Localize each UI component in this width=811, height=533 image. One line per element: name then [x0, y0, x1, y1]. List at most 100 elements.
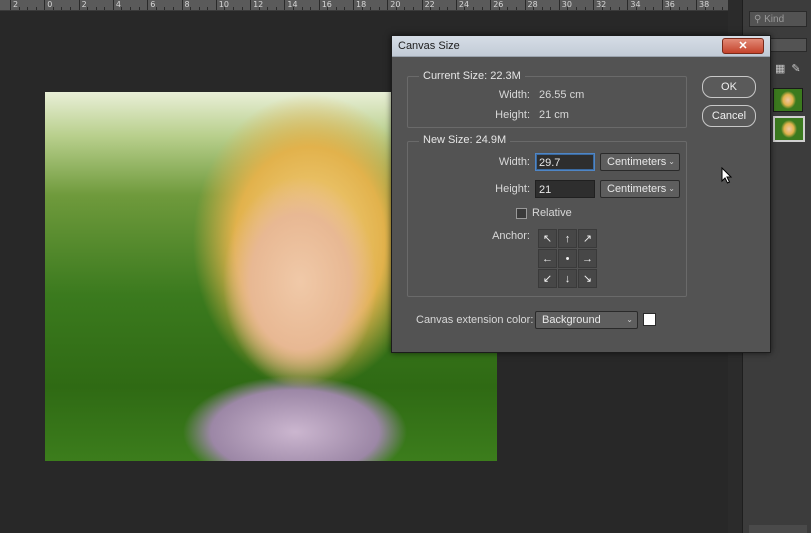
- ruler-minor-tick: [404, 7, 406, 10]
- ruler-minor-tick: [413, 7, 415, 10]
- ruler-minor-tick: [121, 7, 123, 10]
- ruler-minor-tick: [575, 7, 577, 10]
- ruler-minor-tick: [644, 7, 646, 10]
- anchor-top-right-icon[interactable]: ↗: [578, 229, 597, 248]
- extension-color-swatch[interactable]: [643, 313, 656, 326]
- width-input[interactable]: 29.7: [535, 153, 595, 171]
- ruler-minor-tick: [550, 7, 552, 10]
- extension-color-label: Canvas extension color:: [416, 314, 534, 326]
- ruler-minor-tick: [275, 7, 277, 10]
- ruler-minor-tick: [378, 7, 380, 10]
- ruler-tick-label: 0: [47, 0, 53, 9]
- dialog-title: Canvas Size: [398, 40, 460, 52]
- ruler-minor-tick: [721, 7, 723, 10]
- ruler-minor-tick: [172, 7, 174, 10]
- width-unit-text: Centimeters: [607, 156, 667, 168]
- ruler-minor-tick: [267, 7, 269, 10]
- extension-color-text: Background: [542, 314, 601, 326]
- anchor-left-icon[interactable]: ←: [538, 249, 557, 268]
- ruler-minor-tick: [713, 7, 715, 10]
- anchor-center-icon[interactable]: •: [558, 249, 577, 268]
- anchor-top-left-icon[interactable]: ↖: [538, 229, 557, 248]
- ruler-minor-tick: [670, 7, 672, 10]
- ruler-minor-tick: [198, 7, 200, 10]
- anchor-bottom-left-icon[interactable]: ↙: [538, 269, 557, 288]
- ruler-minor-tick: [190, 7, 192, 10]
- ruler-minor-tick: [610, 7, 612, 10]
- ruler-minor-tick: [395, 7, 397, 10]
- new-width-label: Width:: [498, 156, 530, 168]
- ruler-minor-tick: [292, 7, 294, 10]
- ruler-minor-tick: [653, 7, 655, 10]
- close-button[interactable]: ✕: [722, 38, 764, 54]
- anchor-grid: ↖ ↑ ↗ ← • → ↙ ↓ ↘: [538, 229, 599, 290]
- chevron-down-icon: ⌄: [668, 157, 675, 166]
- ruler-minor-tick: [207, 7, 209, 10]
- ruler-tick-label: 8: [184, 0, 190, 9]
- chevron-down-icon: ⌄: [668, 184, 675, 193]
- relative-checkbox[interactable]: [516, 208, 527, 219]
- lock-icons[interactable]: ▦✎: [775, 62, 807, 75]
- dialog-titlebar[interactable]: Canvas Size ✕: [392, 36, 770, 57]
- ruler-minor-tick: [335, 7, 337, 10]
- ruler-minor-tick: [498, 7, 500, 10]
- ruler-minor-tick: [130, 7, 132, 10]
- ruler-minor-tick: [87, 7, 89, 10]
- ruler-minor-tick: [164, 7, 166, 10]
- ruler-tick-label: 6: [150, 0, 156, 9]
- cancel-button[interactable]: Cancel: [702, 105, 756, 127]
- ruler-minor-tick: [678, 7, 680, 10]
- ruler-tick-label: 2: [81, 0, 87, 9]
- ruler-minor-tick: [635, 7, 637, 10]
- ruler-minor-tick: [344, 7, 346, 10]
- ruler-minor-tick: [95, 7, 97, 10]
- canvas-size-dialog: Canvas Size ✕ Current Size: 22.3M Width:…: [391, 35, 771, 353]
- ruler-minor-tick: [224, 7, 226, 10]
- ruler-minor-tick: [507, 7, 509, 10]
- ruler-minor-tick: [138, 7, 140, 10]
- ruler-minor-tick: [438, 7, 440, 10]
- anchor-bottom-right-icon[interactable]: ↘: [578, 269, 597, 288]
- ruler-minor-tick: [567, 7, 569, 10]
- anchor-label: Anchor:: [492, 230, 530, 242]
- ruler-minor-tick: [310, 7, 312, 10]
- height-input[interactable]: 21: [535, 180, 595, 198]
- layer-thumbnail[interactable]: [773, 88, 803, 112]
- ruler-minor-tick: [258, 7, 260, 10]
- ruler-minor-tick: [704, 7, 706, 10]
- ruler-minor-tick: [104, 7, 106, 10]
- ruler-minor-tick: [464, 7, 466, 10]
- ruler-minor-tick: [27, 7, 29, 10]
- height-unit-text: Centimeters: [607, 183, 667, 195]
- layer-filter-search[interactable]: ⚲ Kind: [749, 11, 807, 27]
- ruler-minor-tick: [473, 7, 475, 10]
- anchor-top-icon[interactable]: ↑: [558, 229, 577, 248]
- ruler-tick-label: 4: [115, 0, 121, 9]
- ruler-minor-tick: [35, 7, 37, 10]
- ruler-minor-tick: [370, 7, 372, 10]
- ruler-minor-tick: [541, 7, 543, 10]
- ruler-minor-tick: [52, 7, 54, 10]
- ruler-minor-tick: [601, 7, 603, 10]
- anchor-bottom-icon[interactable]: ↓: [558, 269, 577, 288]
- ruler-tick-label: 2: [13, 0, 19, 9]
- ruler-minor-tick: [447, 7, 449, 10]
- layer-thumbnail-selected[interactable]: [773, 116, 805, 142]
- new-height-label: Height:: [495, 183, 530, 195]
- ruler-minor-tick: [533, 7, 535, 10]
- anchor-right-icon[interactable]: →: [578, 249, 597, 268]
- width-unit-select[interactable]: Centimeters ⌄: [600, 153, 680, 171]
- ruler-minor-tick: [584, 7, 586, 10]
- ruler-minor-tick: [430, 7, 432, 10]
- new-size-label: New Size: 24.9M: [419, 134, 511, 146]
- chevron-down-icon: ⌄: [626, 315, 633, 324]
- current-width-value: 26.55 cm: [539, 89, 585, 101]
- extension-color-select[interactable]: Background ⌄: [535, 311, 638, 329]
- ruler-minor-tick: [327, 7, 329, 10]
- ok-button[interactable]: OK: [702, 76, 756, 98]
- current-size-label: Current Size: 22.3M: [419, 70, 525, 82]
- horizontal-ruler: 2 0 2 4 6 8 10 12 14 16 18 20 22 24 26 28 30 32 34 36 38: [0, 0, 728, 11]
- height-unit-select[interactable]: Centimeters ⌄: [600, 180, 680, 198]
- relative-label: Relative: [532, 207, 572, 219]
- panel-footer: [749, 525, 807, 533]
